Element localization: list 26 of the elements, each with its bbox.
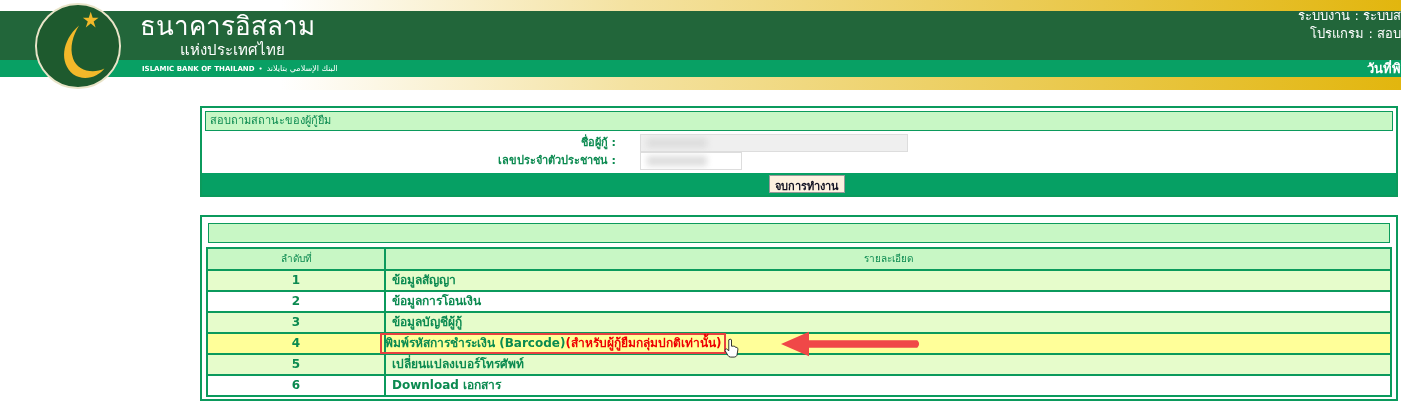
menu-link[interactable]: ข้อมูลการโอนเงิน [392, 294, 481, 308]
menu-link[interactable]: เปลี่ยนแปลงเบอร์โทรศัพท์ [392, 357, 524, 371]
input-field[interactable] [640, 152, 742, 170]
program-label: โปรแกรม : สอบ [1310, 25, 1401, 43]
field-label: เลขประจำตัวประชาชน : [496, 153, 616, 169]
field-label: ชื่อผู้กู้ : [579, 135, 616, 151]
column-header: รายละเอียด [385, 248, 1391, 270]
finish-button[interactable]: จบการทำงาน [769, 175, 845, 193]
menu-link[interactable]: Download เอกสาร [392, 378, 502, 392]
menu-row[interactable]: 2 ข้อมูลการโอนเงิน [207, 291, 1391, 312]
panel-title: สอบถามสถานะของผู้กู้ยืม [205, 111, 1393, 131]
column-header: ลำดับที่ [207, 248, 385, 270]
system-label: ระบบงาน : ระบบส [1298, 7, 1401, 25]
menu-row[interactable]: 5 เปลี่ยนแปลงเบอร์โทรศัพท์ [207, 354, 1391, 375]
date-label: วันที่พิ [1367, 59, 1401, 78]
bank-arabic-name: البنك الإسلامي بتايلاند [266, 64, 338, 73]
menu-row[interactable]: 6 Download เอกสาร [207, 375, 1391, 396]
menu-row[interactable]: 3 ข้อมูลบัญชีผู้กู้ [207, 312, 1391, 333]
menu-link[interactable]: ข้อมูลสัญญา [392, 273, 456, 287]
bank-name: ธนาคารอิสลาม [140, 11, 315, 41]
table-cell: 6 [207, 375, 385, 396]
bank-subname: แห่งประเทศไทย [180, 41, 285, 59]
menu-link[interactable]: ข้อมูลบัญชีผู้กู้ [392, 315, 462, 329]
menu-row[interactable]: 1 ข้อมูลสัญญา [207, 270, 1391, 291]
input-field[interactable] [640, 134, 908, 152]
hand-cursor-icon [724, 337, 740, 358]
